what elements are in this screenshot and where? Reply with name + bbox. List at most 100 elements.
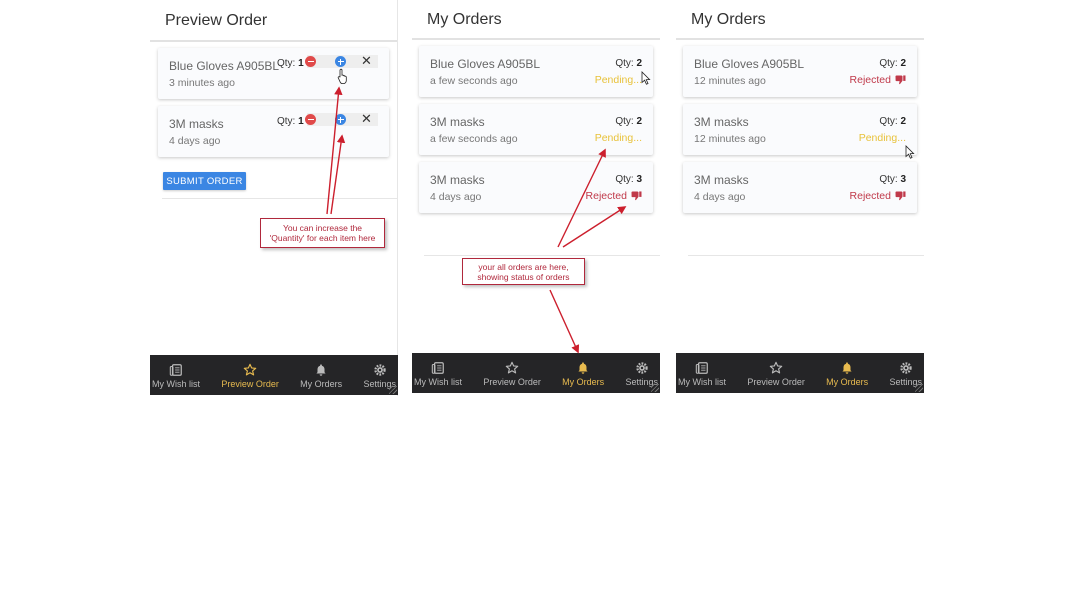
thumbs-down-icon: [895, 75, 906, 85]
qty-value: 2: [900, 116, 906, 127]
nav-preview-order[interactable]: Preview Order: [483, 353, 541, 393]
increase-quantity-icon[interactable]: [335, 56, 346, 67]
panel-header: My Orders: [412, 0, 660, 40]
star-icon: [243, 363, 257, 376]
item-time: 3 minutes ago: [169, 77, 235, 89]
item-time: 4 days ago: [694, 191, 746, 203]
panel-header: My Orders: [676, 0, 924, 40]
item-name: 3M masks: [169, 117, 224, 131]
bottom-nav: My Wish list Preview Order My Orders Set…: [150, 355, 398, 395]
qty-value: 2: [900, 58, 906, 69]
annotation-orders: your all orders are here, showing status…: [462, 258, 585, 285]
divider: [688, 255, 924, 256]
order-item[interactable]: 3M masks 4 days ago Qty: 3 Rejected: [419, 162, 653, 213]
decrease-quantity-icon[interactable]: [305, 56, 316, 67]
gear-icon: [636, 362, 648, 374]
status-text: Rejected: [585, 190, 627, 202]
qty-label: Qty:: [879, 174, 898, 185]
item-name: Blue Gloves A905BL: [169, 59, 280, 73]
qty-label: Qty:: [615, 116, 634, 127]
qty-label: Qty:: [277, 116, 296, 127]
nav-label: My Wish list: [678, 377, 726, 387]
item-quantity: Qty: 1: [277, 116, 304, 127]
order-item[interactable]: 3M masks a few seconds ago Qty: 2 Pendin…: [419, 104, 653, 155]
item-quantity: Qty: 1: [277, 58, 304, 69]
submit-order-button[interactable]: SUBMIT ORDER: [163, 172, 246, 190]
page-title: My Orders: [427, 11, 502, 28]
qty-label: Qty:: [879, 58, 898, 69]
nav-label: Preview Order: [221, 379, 279, 389]
status-badge: Rejected: [850, 74, 906, 86]
nav-label: My Wish list: [414, 377, 462, 387]
nav-label: My Wish list: [152, 379, 200, 389]
qty-value: 1: [298, 116, 304, 127]
nav-wish-list[interactable]: My Wish list: [152, 355, 200, 395]
nav-label: My Orders: [826, 377, 869, 387]
nav-label: My Orders: [562, 377, 605, 387]
nav-my-orders[interactable]: My Orders: [826, 353, 868, 393]
star-icon: [769, 361, 783, 374]
nav-my-orders[interactable]: My Orders: [562, 353, 604, 393]
qty-label: Qty:: [615, 174, 634, 185]
resize-grip[interactable]: [389, 386, 397, 394]
increase-quantity-icon[interactable]: [335, 114, 346, 125]
order-item[interactable]: Blue Gloves A905BL 12 minutes ago Qty: 2…: [683, 46, 917, 97]
item-time: 12 minutes ago: [694, 75, 766, 87]
page-title: My Orders: [691, 11, 766, 28]
qty-value: 2: [636, 58, 642, 69]
nav-preview-order[interactable]: Preview Order: [747, 353, 805, 393]
thumbs-down-icon: [631, 191, 642, 201]
item-name: 3M masks: [430, 115, 485, 129]
quantity-controls: ✕: [305, 53, 378, 69]
status-text: Rejected: [849, 74, 891, 86]
status-badge: Pending...: [595, 132, 642, 144]
status-text: Rejected: [849, 190, 891, 202]
resize-grip[interactable]: [915, 384, 923, 392]
annotation-text: You can increase the 'Quantity' for each…: [269, 223, 376, 243]
item-quantity: Qty: 3: [615, 174, 642, 185]
nav-preview-order[interactable]: Preview Order: [221, 355, 279, 395]
remove-item-icon[interactable]: ✕: [361, 111, 372, 127]
decrease-quantity-icon[interactable]: [305, 114, 316, 125]
annotation-quantity: You can increase the 'Quantity' for each…: [260, 218, 385, 248]
divider: [162, 198, 397, 199]
order-item[interactable]: 3M masks 12 minutes ago Qty: 2 Pending..…: [683, 104, 917, 155]
resize-grip[interactable]: [651, 384, 659, 392]
item-quantity: Qty: 2: [879, 58, 906, 69]
nav-label: My Orders: [300, 379, 343, 389]
status-badge: Rejected: [850, 190, 906, 202]
status-text: Pending...: [594, 74, 642, 86]
qty-label: Qty:: [879, 116, 898, 127]
my-orders-panel: My Orders Blue Gloves A905BL a few secon…: [412, 0, 660, 396]
status-text: Pending...: [858, 132, 906, 144]
order-item[interactable]: 3M masks 4 days ago Qty: 3 Rejected: [683, 162, 917, 213]
bottom-nav: My Wish list Preview Order My Orders Set…: [676, 353, 924, 393]
item-name: Blue Gloves A905BL: [430, 57, 541, 71]
my-orders-panel: My Orders Blue Gloves A905BL 12 minutes …: [676, 0, 924, 396]
arrow-cursor-icon: [641, 71, 651, 85]
nav-label: Preview Order: [747, 377, 805, 387]
page-title: Preview Order: [165, 12, 268, 29]
panel-header: Preview Order: [150, 0, 397, 42]
wish-list-icon: [169, 364, 182, 376]
item-time: 4 days ago: [430, 191, 482, 203]
qty-value: 2: [636, 116, 642, 127]
remove-item-icon[interactable]: ✕: [361, 53, 372, 69]
qty-value: 1: [298, 58, 304, 69]
nav-wish-list[interactable]: My Wish list: [414, 353, 462, 393]
preview-order-panel: Preview Order Blue Gloves A905BL 3 minut…: [150, 0, 398, 396]
item-name: 3M masks: [694, 173, 749, 187]
status-badge: Rejected: [586, 190, 642, 202]
status-badge: Pending...: [859, 132, 906, 144]
order-item: 3M masks 4 days ago Qty: 1 ✕: [158, 106, 389, 157]
item-name: Blue Gloves A905BL: [694, 57, 805, 71]
item-time: 12 minutes ago: [694, 133, 766, 145]
qty-value: 3: [900, 174, 906, 185]
item-time: a few seconds ago: [430, 75, 518, 87]
bell-icon: [316, 364, 326, 376]
nav-my-orders[interactable]: My Orders: [300, 355, 342, 395]
nav-wish-list[interactable]: My Wish list: [678, 353, 726, 393]
gear-icon: [374, 364, 386, 376]
item-quantity: Qty: 2: [879, 116, 906, 127]
order-item[interactable]: Blue Gloves A905BL a few seconds ago Qty…: [419, 46, 653, 97]
